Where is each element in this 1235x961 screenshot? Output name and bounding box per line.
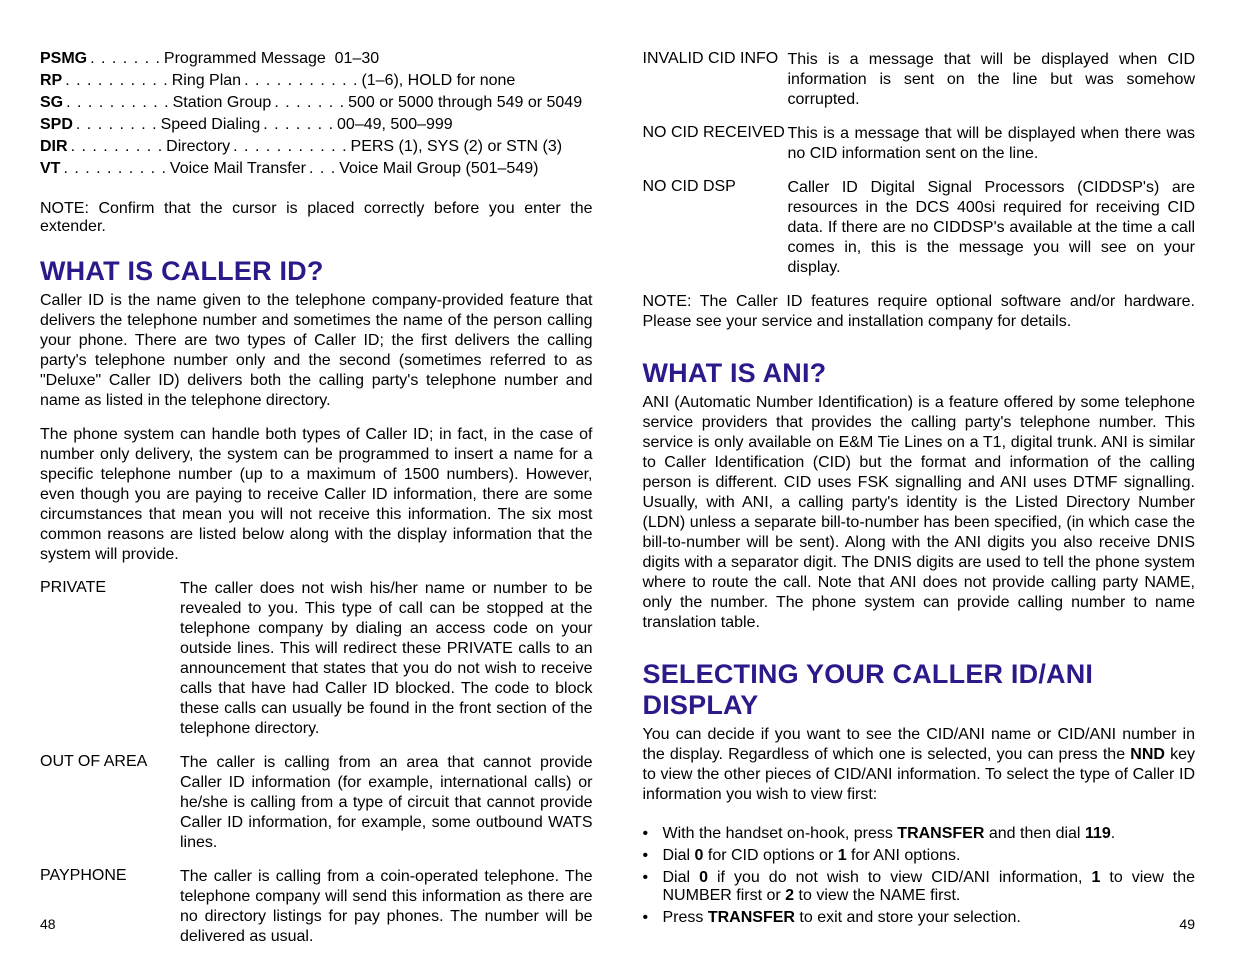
code-name: Speed Dialing [161, 116, 261, 134]
text: You can decide if you want to see the CI… [643, 726, 1196, 763]
code-row: RP . . . . . . . . . . Ring Plan . . . .… [40, 72, 593, 90]
heading-selecting-display: SELECTING YOUR CALLER ID/ANI DISPLAY [643, 659, 1196, 721]
code-val: 01–30 [335, 50, 380, 68]
text: . [1111, 825, 1115, 842]
code-row: SPD . . . . . . . . Speed Dialing . . . … [40, 116, 593, 134]
definition-term: OUT OF AREA [40, 753, 180, 853]
text: for ANI options. [847, 847, 961, 864]
definition-row: NO CID DSP Caller ID Digital Signal Proc… [643, 178, 1196, 278]
paragraph: Caller ID is the name given to the telep… [40, 291, 593, 411]
code-name: Ring Plan [172, 72, 241, 90]
definition-text: This is a message that will be displayed… [788, 50, 1196, 110]
list-item: With the handset on-hook, press TRANSFER… [643, 825, 1196, 843]
dots: . . . . . . . . . [71, 138, 164, 156]
code-val: Voice Mail Group (501–549) [339, 160, 538, 178]
code-row: PSMG . . . . . . . Programmed Message 01… [40, 50, 593, 68]
definition-text: The caller is calling from an area that … [180, 753, 593, 853]
definition-row: NO CID RECEIVED This is a message that w… [643, 124, 1196, 164]
text: Dial [663, 869, 700, 886]
code-abbr: SPD [40, 116, 73, 134]
code-row: SG . . . . . . . . . . Station Group . .… [40, 94, 593, 112]
heading-caller-id: WHAT IS CALLER ID? [40, 256, 593, 287]
definition-text: Caller ID Digital Signal Processors (CID… [788, 178, 1196, 278]
text: to view the NAME first. [794, 887, 960, 904]
code-abbr: PSMG [40, 50, 87, 68]
definition-term: PRIVATE [40, 579, 180, 739]
code-abbr: DIR [40, 138, 68, 156]
text: for CID options or [703, 847, 837, 864]
code-table: PSMG . . . . . . . Programmed Message 01… [40, 50, 593, 182]
text: Press [663, 909, 708, 926]
page: PSMG . . . . . . . Programmed Message 01… [0, 0, 1235, 954]
code-row: DIR . . . . . . . . . Directory . . . . … [40, 138, 593, 156]
left-column: PSMG . . . . . . . Programmed Message 01… [40, 50, 593, 934]
definition-row: INVALID CID INFO This is a message that … [643, 50, 1196, 110]
dots: . . . [309, 160, 336, 178]
code-abbr: VT [40, 160, 60, 178]
paragraph: The phone system can handle both types o… [40, 425, 593, 565]
paragraph: You can decide if you want to see the CI… [643, 725, 1196, 805]
key-transfer: TRANSFER [708, 909, 795, 926]
dots: . . . . . . . . . . . [244, 72, 358, 90]
page-number-right: 49 [1179, 916, 1195, 932]
definition-row: PRIVATE The caller does not wish his/her… [40, 579, 593, 739]
code-name: Programmed Message [164, 50, 326, 68]
definition-text: The caller does not wish his/her name or… [180, 579, 593, 739]
dial-119: 119 [1085, 825, 1111, 842]
dots: . . . . . . . [263, 116, 334, 134]
definition-term: PAYPHONE [40, 867, 180, 947]
code-val: PERS (1), SYS (2) or STN (3) [351, 138, 563, 156]
definition-list: PRIVATE The caller does not wish his/her… [40, 579, 593, 961]
code-val: 00–49, 500–999 [337, 116, 453, 134]
key-nnd: NND [1130, 746, 1165, 763]
dots: . . . . . . . [90, 50, 161, 68]
key-transfer: TRANSFER [897, 825, 984, 842]
note-text: NOTE: Confirm that the cursor is placed … [40, 200, 593, 236]
list-item: Dial 0 for CID options or 1 for ANI opti… [643, 847, 1196, 865]
dots: . . . . . . . . . . [65, 72, 168, 90]
right-column: INVALID CID INFO This is a message that … [643, 50, 1196, 934]
dots: . . . . . . . . . . [66, 94, 169, 112]
dots: . . . . . . . . . . . [233, 138, 347, 156]
dots: . . . . . . . [274, 94, 345, 112]
page-number-left: 48 [40, 916, 56, 932]
text: Dial [663, 847, 695, 864]
code-name: Station Group [173, 94, 272, 112]
code-abbr: SG [40, 94, 63, 112]
code-abbr: RP [40, 72, 62, 90]
heading-ani: WHAT IS ANI? [643, 358, 1196, 389]
dots: . . . . . . . . . . [63, 160, 166, 178]
definition-row: PAYPHONE The caller is calling from a co… [40, 867, 593, 947]
code-val: (1–6), HOLD for none [361, 72, 515, 90]
list-item: Press TRANSFER to exit and store your se… [643, 909, 1196, 927]
text: if you do not wish to view CID/ANI infor… [708, 869, 1092, 886]
text: to exit and store your selection. [795, 909, 1021, 926]
definition-text: The caller is calling from a coin-operat… [180, 867, 593, 947]
dial-0: 0 [699, 869, 708, 886]
code-name: Voice Mail Transfer [170, 160, 306, 178]
definition-text: This is a message that will be displayed… [788, 124, 1196, 164]
text: and then dial [984, 825, 1085, 842]
dial-2: 2 [785, 887, 794, 904]
code-name: Directory [166, 138, 230, 156]
definition-term: NO CID RECEIVED [643, 124, 788, 164]
note-text: NOTE: The Caller ID features require opt… [643, 292, 1196, 332]
code-row: VT . . . . . . . . . . Voice Mail Transf… [40, 160, 593, 178]
dial-1: 1 [838, 847, 847, 864]
list-item: Dial 0 if you do not wish to view CID/AN… [643, 869, 1196, 905]
definition-row: OUT OF AREA The caller is calling from a… [40, 753, 593, 853]
definition-list: INVALID CID INFO This is a message that … [643, 50, 1196, 292]
instruction-list: With the handset on-hook, press TRANSFER… [643, 825, 1196, 931]
text: With the handset on-hook, press [663, 825, 898, 842]
code-val: 500 or 5000 through 549 or 5049 [348, 94, 582, 112]
dots: . . . . . . . . [76, 116, 158, 134]
paragraph: ANI (Automatic Number Identification) is… [643, 393, 1196, 633]
definition-term: INVALID CID INFO [643, 50, 788, 110]
definition-term: NO CID DSP [643, 178, 788, 278]
